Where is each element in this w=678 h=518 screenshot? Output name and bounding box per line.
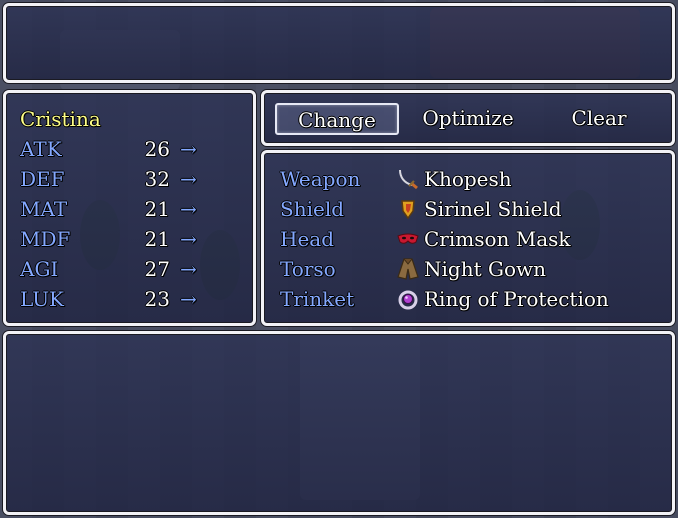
param-label: DEF: [20, 167, 65, 191]
param-value: 27: [144, 257, 170, 281]
help-window: [3, 3, 675, 83]
right-arrow-icon: →: [180, 257, 197, 281]
ring-icon: [398, 290, 418, 310]
param-value: 23: [144, 287, 170, 311]
robe-icon: [397, 258, 419, 280]
right-arrow-icon: →: [180, 137, 197, 161]
param-label: MDF: [20, 227, 71, 251]
slot-label: Trinket: [280, 287, 355, 311]
command-window: Change Optimize Clear: [261, 90, 675, 146]
slot-label: Weapon: [280, 167, 361, 191]
param-label: LUK: [20, 287, 64, 311]
item-list-window: [3, 331, 675, 515]
item-name: Night Gown: [424, 257, 546, 281]
shield-icon: [401, 200, 415, 220]
param-value: 21: [144, 197, 170, 221]
sword-icon: [399, 169, 418, 190]
right-arrow-icon: →: [180, 167, 197, 191]
change-command[interactable]: Change: [275, 103, 399, 135]
clear-command[interactable]: Clear: [537, 103, 661, 135]
param-label: ATK: [20, 137, 62, 161]
status-window: Cristina ATK 26 → DEF 32 → MAT 21 → MDF …: [3, 90, 256, 326]
right-arrow-icon: →: [180, 227, 197, 251]
item-name: Crimson Mask: [424, 227, 571, 251]
item-name: Sirinel Shield: [424, 197, 562, 221]
slot-window: Weapon Khopesh Shield Sirinel Shield Hea…: [261, 150, 675, 326]
slot-label: Torso: [280, 257, 336, 281]
param-value: 26: [144, 137, 170, 161]
right-arrow-icon: →: [180, 287, 197, 311]
optimize-command[interactable]: Optimize: [406, 103, 530, 135]
actor-name: Cristina: [20, 107, 101, 131]
param-value: 21: [144, 227, 170, 251]
item-name: Ring of Protection: [424, 287, 609, 311]
mask-icon: [397, 233, 419, 244]
right-arrow-icon: →: [180, 197, 197, 221]
param-label: AGI: [20, 257, 59, 281]
slot-label: Head: [280, 227, 335, 251]
slot-label: Shield: [280, 197, 345, 221]
param-label: MAT: [20, 197, 68, 221]
param-value: 32: [144, 167, 170, 191]
item-name: Khopesh: [424, 167, 512, 191]
